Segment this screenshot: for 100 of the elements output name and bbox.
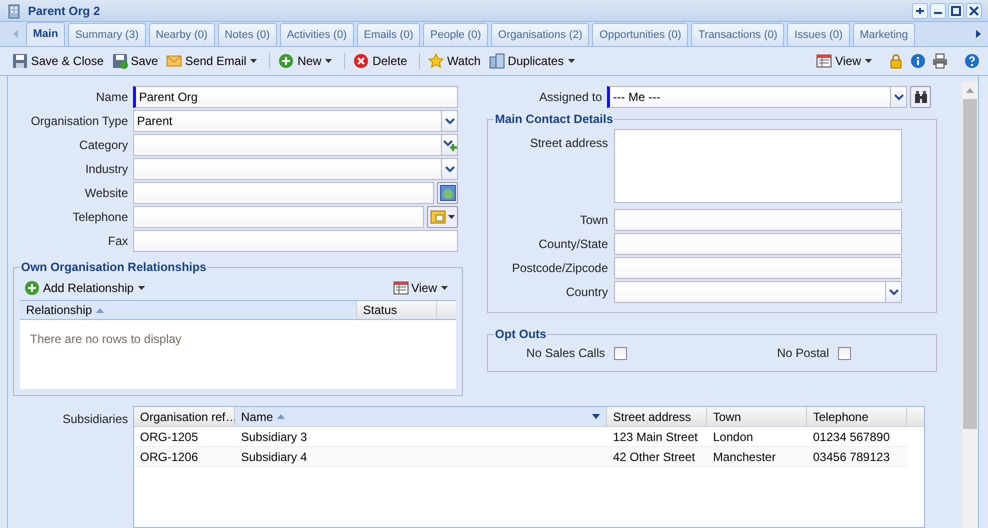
view-button[interactable]: View	[814, 50, 874, 72]
caret-icon	[441, 286, 448, 290]
tab[interactable]: Organisations (2)	[491, 23, 590, 46]
field-label: Telephone	[72, 209, 129, 226]
chevron-plus-icon	[442, 138, 456, 152]
toolbar-button[interactable]: Duplicates	[486, 50, 577, 72]
globe-window-icon	[440, 185, 456, 201]
toolbar-button[interactable]: Delete	[351, 50, 410, 72]
help-icon[interactable]	[964, 53, 980, 69]
column-header[interactable]: Relationship	[20, 301, 357, 319]
binoculars-icon	[914, 90, 928, 104]
field-label: Name	[94, 89, 129, 106]
scroll-up-icon[interactable]	[966, 88, 974, 93]
input-field[interactable]: Parent Org	[133, 86, 458, 108]
field-label: Country	[564, 284, 609, 301]
pin-icon[interactable]	[912, 2, 928, 18]
dropdown-button[interactable]	[885, 281, 902, 303]
close-icon[interactable]	[966, 2, 982, 18]
buildings-icon	[488, 53, 505, 69]
table-cell-text: 03456 789123	[812, 448, 891, 466]
chevron-down-icon	[444, 166, 454, 172]
chevron-down-icon	[894, 94, 904, 100]
delete-icon	[353, 53, 370, 69]
table-cell-text: ORG-1206	[139, 448, 200, 466]
printer-icon[interactable]	[932, 53, 948, 69]
table-cell-text: 123 Main Street	[612, 428, 699, 446]
chevron-down-icon	[444, 118, 454, 124]
checkbox-label: No Postal	[777, 345, 830, 362]
input-field[interactable]	[133, 182, 434, 204]
table-cell-text: Subsidiary 3	[240, 428, 308, 446]
toolbar-button[interactable]: Send Email	[164, 50, 260, 72]
scrollbar-thumb[interactable]	[963, 99, 977, 429]
telephone-icon	[430, 209, 446, 225]
field-label: Website	[84, 185, 129, 202]
window-title: Parent Org 2	[28, 2, 100, 20]
column-header[interactable]: Name	[235, 407, 607, 426]
dropdown-button[interactable]	[441, 158, 458, 180]
field-label: Industry	[84, 161, 129, 178]
input-field[interactable]	[614, 209, 902, 231]
toolbar-button[interactable]: Watch	[426, 50, 483, 72]
column-header[interactable]: Street address	[607, 407, 707, 426]
browse-button[interactable]	[437, 182, 458, 204]
dropdown-button[interactable]	[890, 86, 907, 108]
table-cell-text: 42 Other Street	[612, 448, 696, 466]
tab[interactable]: Emails (0)	[356, 23, 420, 46]
tab[interactable]: Issues (0)	[787, 23, 850, 46]
add-relationship-button[interactable]: Add Relationship	[24, 279, 145, 297]
minimize-icon[interactable]	[930, 2, 946, 18]
text-area[interactable]	[614, 129, 902, 203]
envelope-icon	[166, 53, 182, 69]
table-cell-text: ORG-1205	[139, 428, 200, 446]
input-field[interactable]	[133, 206, 424, 228]
field-label: Organisation Type	[30, 113, 129, 130]
combo-box[interactable]: Parent	[133, 110, 441, 132]
checkbox[interactable]	[614, 346, 627, 360]
tab[interactable]: Main	[26, 22, 66, 46]
checkbox[interactable]	[838, 346, 852, 360]
column-header[interactable]: Status	[357, 301, 437, 319]
caret-icon	[568, 59, 575, 63]
building-icon	[6, 2, 22, 18]
toolbar-button[interactable]: Save & Close	[10, 50, 106, 72]
field-label: Street address	[528, 135, 609, 152]
column-header[interactable]: Telephone	[807, 407, 907, 426]
view-button[interactable]: View	[393, 279, 448, 297]
caret-icon	[325, 59, 332, 63]
field-label: Town	[578, 212, 609, 229]
tab[interactable]: Nearby (0)	[148, 23, 215, 46]
input-field[interactable]	[614, 233, 902, 255]
input-field[interactable]	[614, 257, 902, 279]
tab[interactable]: Notes (0)	[218, 23, 277, 46]
column-header[interactable]: Town	[707, 407, 807, 426]
table-cell-text: Subsidiary 4	[240, 448, 308, 466]
dropdown-button[interactable]	[441, 134, 458, 156]
field-label: Fax	[106, 233, 129, 250]
dropdown-button[interactable]	[441, 110, 458, 132]
grid-icon	[393, 280, 410, 296]
field-label: Assigned to	[538, 89, 603, 106]
tab[interactable]: People (0)	[423, 23, 488, 46]
section-title: Own Organisation Relationships	[20, 259, 208, 276]
combo-box[interactable]: --- Me ---	[607, 86, 890, 108]
toolbar-button[interactable]: Save	[110, 50, 160, 72]
grid-icon	[816, 53, 832, 69]
caret-icon	[448, 215, 455, 219]
tab[interactable]: Transactions (0)	[691, 23, 784, 46]
phone-menu-button[interactable]	[427, 206, 458, 228]
find-button[interactable]	[910, 86, 931, 108]
input-field[interactable]	[133, 230, 458, 252]
tab[interactable]: Marketing	[852, 23, 915, 46]
plus-icon	[24, 280, 40, 296]
toolbar-button[interactable]: New	[276, 50, 334, 72]
lock-icon[interactable]	[888, 53, 904, 69]
info-icon[interactable]	[910, 53, 926, 69]
column-menu-icon[interactable]	[592, 414, 600, 419]
tab[interactable]: Opportunities (0)	[592, 23, 688, 46]
tab[interactable]: Summary (3)	[68, 23, 146, 46]
tab[interactable]: Activities (0)	[280, 23, 354, 46]
maximize-icon[interactable]	[948, 2, 964, 18]
section-title: Main Contact Details	[494, 111, 614, 128]
scrollbar[interactable]	[962, 82, 978, 528]
table-cell-text: 01234 567890	[812, 428, 891, 446]
